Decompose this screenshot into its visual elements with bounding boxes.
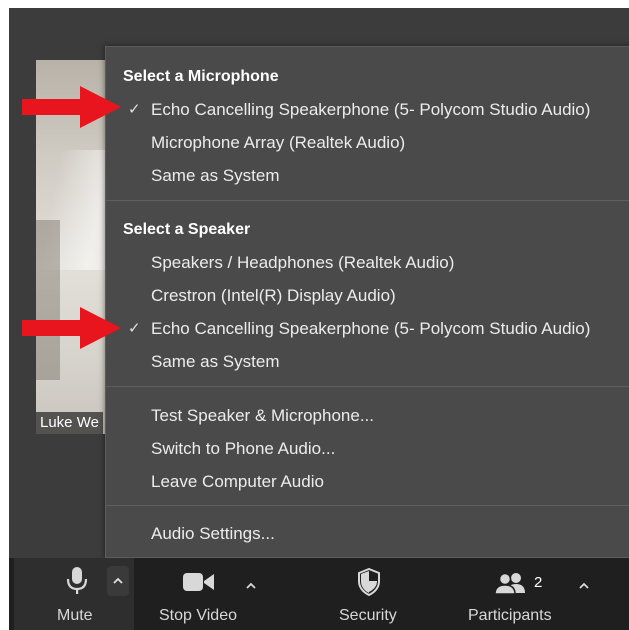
- microphone-option-polycom[interactable]: ✓ Echo Cancelling Speakerphone (5- Polyc…: [106, 95, 629, 125]
- chevron-up-icon: [579, 582, 589, 589]
- checkmark-icon: ✓: [128, 320, 141, 337]
- audio-options-menu: Select a Microphone ✓ Echo Cancelling Sp…: [105, 46, 629, 558]
- menu-item-label: Same as System: [151, 352, 280, 371]
- menu-item-label: Echo Cancelling Speakerphone (5- Polycom…: [151, 319, 591, 338]
- speaker-option-same-as-system[interactable]: Same as System: [106, 347, 629, 377]
- red-annotation-arrow-icon: [22, 307, 121, 349]
- menu-item-label: Microphone Array (Realtek Audio): [151, 133, 406, 152]
- red-annotation-arrow-icon: [22, 86, 121, 128]
- speaker-option-realtek[interactable]: Speakers / Headphones (Realtek Audio): [106, 248, 629, 278]
- menu-item-label: Test Speaker & Microphone...: [151, 406, 375, 425]
- menu-item-label: Switch to Phone Audio...: [151, 439, 336, 458]
- menu-item-label: Echo Cancelling Speakerphone (5- Polycom…: [151, 100, 591, 119]
- speaker-option-polycom[interactable]: ✓ Echo Cancelling Speakerphone (5- Polyc…: [106, 314, 629, 344]
- chevron-up-icon: [246, 582, 256, 589]
- shield-icon: [358, 568, 380, 596]
- menu-divider: [106, 200, 629, 201]
- security-label: Security: [339, 607, 397, 624]
- meeting-toolbar: Mute Stop Video Security 2 Participants: [9, 558, 629, 630]
- video-camera-icon: [183, 573, 214, 591]
- menu-divider: [106, 386, 629, 387]
- menu-item-label: Crestron (Intel(R) Display Audio): [151, 286, 396, 305]
- checkmark-icon: ✓: [128, 101, 141, 118]
- menu-item-label: Audio Settings...: [151, 524, 275, 543]
- menu-item-label: Same as System: [151, 166, 280, 185]
- video-feed-shadow: [36, 220, 60, 380]
- microphone-section-header: Select a Microphone: [123, 68, 279, 85]
- microphone-icon: [66, 567, 88, 594]
- speaker-section-header: Select a Speaker: [123, 221, 251, 238]
- microphone-option-same-as-system[interactable]: Same as System: [106, 161, 629, 191]
- menu-item-label: Leave Computer Audio: [151, 472, 324, 491]
- security-button[interactable]: Security: [329, 558, 409, 630]
- chevron-up-icon: [113, 577, 123, 584]
- participants-icon: [494, 572, 525, 594]
- microphone-option-realtek[interactable]: Microphone Array (Realtek Audio): [106, 128, 629, 158]
- participants-count: 2: [534, 574, 543, 591]
- participants-options-caret[interactable]: [576, 571, 592, 601]
- menu-divider: [106, 505, 629, 506]
- leave-computer-audio-item[interactable]: Leave Computer Audio: [106, 467, 629, 497]
- participants-label: Participants: [468, 607, 552, 624]
- stop-video-label: Stop Video: [159, 607, 237, 624]
- audio-settings-item[interactable]: Audio Settings...: [106, 519, 629, 549]
- speaker-option-crestron[interactable]: Crestron (Intel(R) Display Audio): [106, 281, 629, 311]
- test-speaker-microphone-item[interactable]: Test Speaker & Microphone...: [106, 401, 629, 431]
- participants-button[interactable]: 2 Participants: [464, 558, 564, 630]
- audio-options-caret[interactable]: [107, 566, 129, 596]
- mute-label: Mute: [57, 607, 93, 624]
- participant-name-tag: Luke We: [36, 412, 103, 434]
- menu-item-label: Speakers / Headphones (Realtek Audio): [151, 253, 455, 272]
- video-options-caret[interactable]: [243, 571, 259, 601]
- switch-to-phone-audio-item[interactable]: Switch to Phone Audio...: [106, 434, 629, 464]
